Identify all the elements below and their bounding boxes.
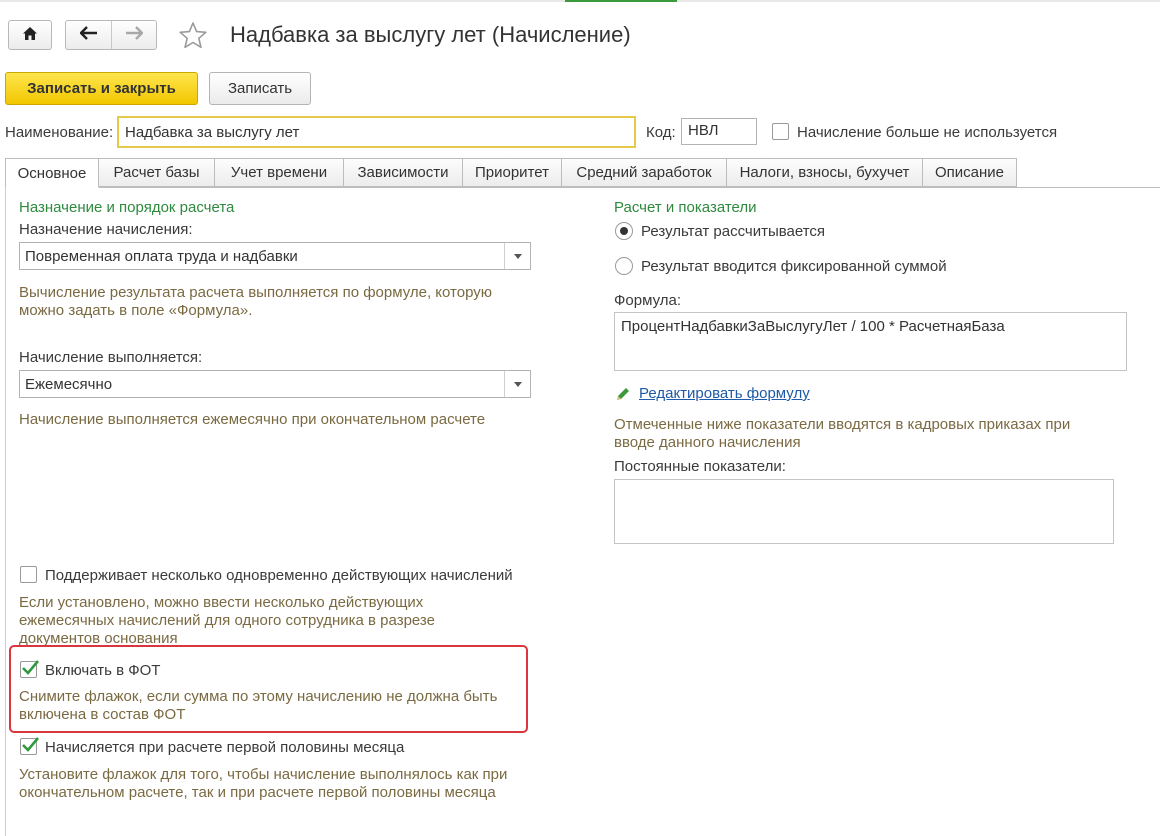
home-icon	[22, 26, 38, 45]
tab-priority[interactable]: Приоритет	[463, 158, 562, 187]
radio-dot	[620, 227, 628, 235]
page-title: Надбавка за выслугу лет (Начисление)	[230, 22, 631, 47]
purpose-select[interactable]: Повременная оплата труда и надбавки	[19, 242, 531, 270]
code-label: Код:	[646, 124, 676, 141]
include-fot-hint: Снимите флажок, если сумма по этому начи…	[19, 688, 498, 723]
chevron-down-icon[interactable]	[504, 371, 530, 397]
tab-description[interactable]: Описание	[923, 158, 1017, 187]
permanent-indicators-list[interactable]	[614, 479, 1114, 544]
first-half-hint: Установите флажок для того, чтобы начисл…	[19, 766, 508, 801]
active-window-indicator	[565, 0, 677, 2]
not-used-checkbox[interactable]	[772, 123, 789, 140]
tab-taxes[interactable]: Налоги, взносы, бухучет	[727, 158, 923, 187]
forward-button[interactable]	[111, 21, 156, 49]
not-used-label: Начисление больше не используется	[797, 124, 1058, 141]
tab-base-calc[interactable]: Расчет базы	[99, 158, 215, 187]
tab-average-earnings[interactable]: Средний заработок	[562, 158, 727, 187]
multiple-accruals-label: Поддерживает несколько одновременно дейс…	[45, 567, 513, 584]
tab-dependencies[interactable]: Зависимости	[344, 158, 463, 187]
pencil-icon	[614, 385, 632, 407]
panel-left-border	[5, 187, 6, 836]
purpose-select-value: Повременная оплата труда и надбавки	[25, 247, 298, 265]
home-button[interactable]	[8, 20, 52, 50]
radio-fixed-label: Результат вводится фиксированной суммой	[641, 258, 947, 275]
edit-formula-link[interactable]: Редактировать формулу	[639, 385, 810, 402]
frequency-select[interactable]: Ежемесячно	[19, 370, 531, 398]
favorite-button[interactable]	[178, 21, 210, 51]
include-fot-label: Включать в ФОТ	[45, 662, 161, 679]
multiple-accruals-hint: Если установлено, можно ввести несколько…	[19, 594, 435, 647]
tab-bar: Основное Расчет базы Учет времени Зависи…	[5, 158, 1017, 188]
name-label: Наименование:	[5, 124, 114, 141]
radio-calculated[interactable]	[615, 222, 633, 240]
save-button[interactable]: Записать	[209, 72, 311, 105]
first-half-checkbox[interactable]	[20, 737, 39, 755]
calc-section-title: Расчет и показатели	[614, 199, 757, 216]
frequency-select-value: Ежемесячно	[25, 375, 113, 393]
tab-time-accounting[interactable]: Учет времени	[215, 158, 344, 187]
include-fot-checkbox[interactable]	[20, 660, 39, 678]
indicators-hint: Отмеченные ниже показатели вводятся в ка…	[614, 416, 1071, 451]
formula-label: Формула:	[614, 292, 682, 309]
purpose-label: Назначение начисления:	[19, 221, 193, 238]
radio-calculated-label: Результат рассчитывается	[641, 223, 826, 240]
chevron-down-icon[interactable]	[504, 243, 530, 269]
first-half-label: Начисляется при расчете первой половины …	[45, 739, 405, 756]
multiple-accruals-checkbox[interactable]	[20, 566, 37, 583]
purpose-section-title: Назначение и порядок расчета	[19, 199, 235, 216]
tab-baseline	[99, 187, 1160, 188]
name-input[interactable]: Надбавка за выслугу лет	[117, 116, 636, 148]
formula-input[interactable]: ПроцентНадбавкиЗаВыслугуЛет / 100 * Расч…	[614, 312, 1127, 371]
radio-fixed[interactable]	[615, 257, 633, 275]
arrow-left-icon	[78, 26, 98, 44]
tab-main[interactable]: Основное	[5, 158, 99, 188]
back-button[interactable]	[66, 21, 111, 49]
frequency-hint: Начисление выполняется ежемесячно при ок…	[19, 411, 486, 428]
frequency-label: Начисление выполняется:	[19, 349, 203, 366]
history-nav	[65, 20, 157, 50]
purpose-hint: Вычисление результата расчета выполняетс…	[19, 284, 493, 319]
save-and-close-button[interactable]: Записать и закрыть	[5, 72, 198, 105]
arrow-right-icon	[125, 26, 144, 44]
code-input[interactable]: НВЛ	[681, 118, 757, 145]
permanent-indicators-label: Постоянные показатели:	[614, 458, 786, 475]
star-icon	[178, 22, 208, 53]
